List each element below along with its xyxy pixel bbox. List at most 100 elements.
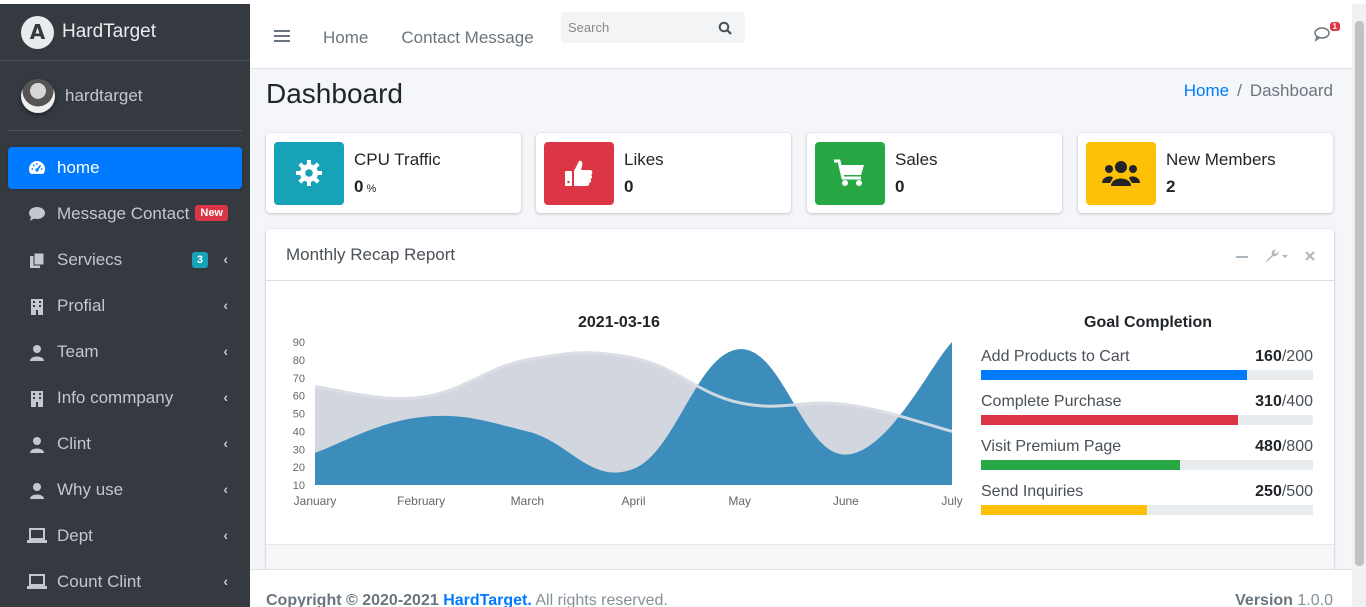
version-number: 1.0.0 [1297,592,1333,607]
user-icon [26,482,48,499]
progress-track [981,505,1313,515]
nav-link-home[interactable]: Home [323,28,368,48]
sidebar-item-why-use[interactable]: Why use ‹ [8,469,242,511]
goal-completion-title: Goal Completion [1084,314,1212,331]
info-box-label: Sales [895,149,938,169]
progress-number: 310/400 [1255,393,1313,410]
version: Version 1.0.0 [1235,592,1333,607]
sidebar-item-home[interactable]: home [8,147,242,189]
user-name: hardtarget [65,85,143,105]
chart-title: 2021-03-16 [578,314,660,331]
info-box-label: CPU Traffic [354,149,441,169]
y-tick-label: 20 [293,462,305,474]
copy-icon [26,252,48,269]
progress-track [981,370,1313,380]
comments-icon [1314,27,1334,46]
info-box-value: 0% [354,177,441,197]
sidebar-item-label: Serviecs [57,250,123,269]
progress-value: 310 [1255,393,1282,410]
progress-group: Complete Purchase 310/400 [981,393,1313,425]
y-tick-label: 90 [293,337,305,349]
wrench-icon[interactable] [1264,249,1288,266]
sidebar-item-serviecs[interactable]: Serviecs 3 ‹ [8,239,242,281]
menu-toggle-icon[interactable] [274,27,290,45]
search-icon[interactable] [711,12,739,43]
sidebar-item-label: Clint [57,434,92,453]
breadcrumb-home-link[interactable]: Home [1184,81,1229,100]
sidebar-item-label: Profial [57,296,106,315]
search-box [561,12,745,43]
info-box-cpu-traffic: CPU Traffic 0% [266,133,521,213]
info-box-new-members: New Members 2 [1078,133,1333,213]
y-tick-label: 70 [293,373,305,385]
info-box-value: 0 [895,176,905,196]
page-footer: Copyright © 2020-2021 HardTarget. All ri… [250,569,1352,607]
progress-row: Visit Premium Page 480/800 [981,438,1313,456]
y-tick-label: 30 [293,444,305,456]
brand-link[interactable]: A HardTarget [0,4,250,61]
card-title: Monthly Recap Report [286,244,456,264]
progress-value: 160 [1255,348,1282,365]
search-input[interactable] [561,20,711,35]
brand-logo: A [21,15,54,49]
messages-dropdown[interactable]: 1 [1314,22,1340,47]
sidebar-item-label: Dept [57,526,93,545]
chevron-left-icon: ‹ [223,297,228,313]
progress-label: Send Inquiries [981,483,1084,500]
sidebar-item-label: Info commpany [57,388,174,407]
progress-number: 250/500 [1255,483,1313,500]
progress-label: Visit Premium Page [981,438,1122,455]
tachometer-icon [26,160,48,176]
shopping-cart-icon [815,141,885,205]
collapse-icon[interactable] [1236,249,1248,266]
sidebar-item-label: Why use [57,480,124,499]
breadcrumb-separator: / [1237,81,1242,100]
brand-logo-letter: A [29,20,46,44]
close-icon[interactable] [1304,249,1316,266]
chevron-left-icon: ‹ [223,389,228,405]
top-navbar: Home Contact Message 1 [250,4,1352,69]
x-tick-label: July [941,494,962,508]
building-icon [26,390,48,407]
y-tick-label: 40 [293,426,305,438]
x-tick-label: April [621,494,645,508]
sidebar-item-info-commpany[interactable]: Info commpany ‹ [8,377,242,419]
nav-link-contact-message[interactable]: Contact Message [401,28,533,48]
message-count-badge: 1 [1329,22,1340,31]
info-box-label: Likes [624,149,664,169]
company-link[interactable]: HardTarget. [443,592,532,607]
scrollbar-thumb[interactable] [1355,21,1364,566]
chevron-left-icon: ‹ [223,527,228,543]
info-box-value: 2 [1166,176,1176,196]
user-icon [26,344,48,361]
x-tick-label: June [833,494,859,508]
sidebar: A HardTarget hardtarget home Message Con… [0,4,250,607]
avatar [21,78,55,113]
sidebar-item-message-contact[interactable]: Message Contact New [8,193,242,235]
user-icon [26,436,48,453]
sidebar-item-count-clint[interactable]: Count Clint ‹ [8,561,242,603]
y-tick-label: 50 [293,409,305,421]
monthly-recap-card: Monthly Recap Report 2021-03-16 10 20 30 40… [266,229,1334,569]
page-title: Dashboard [266,78,403,109]
sidebar-item-profial[interactable]: Profial ‹ [8,285,242,327]
sidebar-item-dept[interactable]: Dept ‹ [8,515,242,557]
user-panel[interactable]: hardtarget [8,61,242,131]
info-box-likes: Likes 0 [536,133,791,213]
sidebar-item-clint[interactable]: Clint ‹ [8,423,242,465]
x-tick-label: February [397,494,445,508]
sidebar-item-team[interactable]: Team ‹ [8,331,242,373]
progress-bar [981,460,1181,470]
breadcrumb: Home / Dashboard [1184,81,1333,101]
info-box-number: 0 [354,176,364,196]
x-tick-label: May [728,494,751,508]
chevron-left-icon: ‹ [223,251,228,267]
version-label: Version [1235,592,1293,607]
progress-group: Add Products to Cart 160/200 [981,348,1313,380]
count-badge: 3 [191,252,208,268]
page-scrollbar[interactable] [1352,4,1366,607]
progress-number: 160/200 [1255,348,1313,365]
y-tick-label: 10 [293,480,305,492]
copyright-text: Copyright © 2020-2021 [266,592,439,607]
progress-bar [981,415,1239,425]
